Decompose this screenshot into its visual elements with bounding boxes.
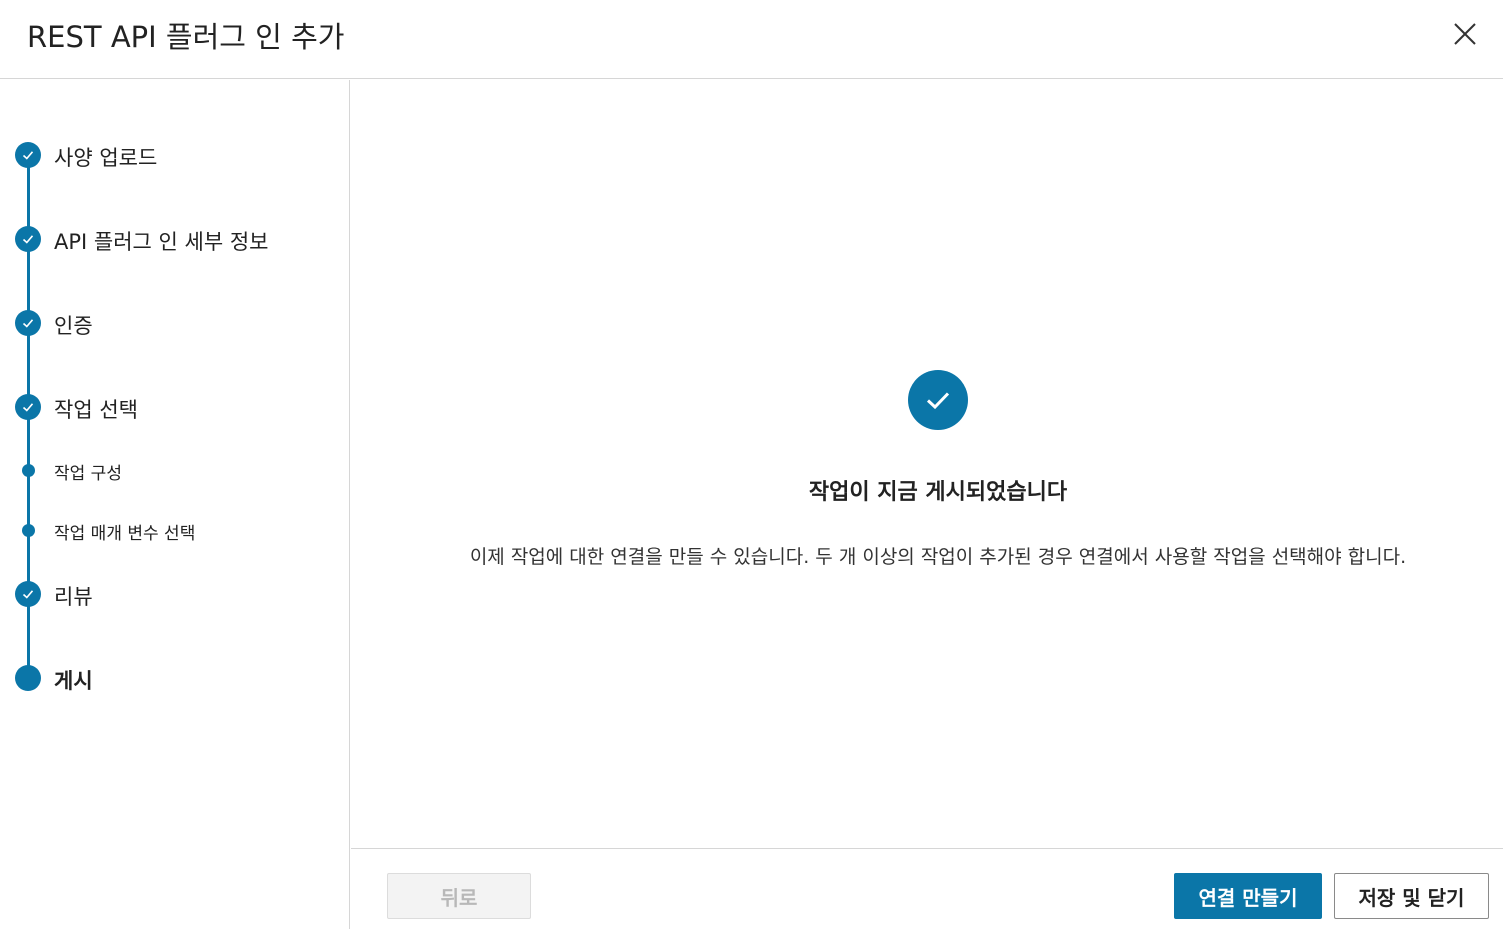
step-publish[interactable]: 게시 (0, 663, 340, 693)
current-step-dot (15, 665, 41, 691)
create-connection-button[interactable]: 연결 만들기 (1174, 873, 1322, 919)
check-icon (15, 142, 41, 168)
step-select-actions[interactable]: 작업 선택 (0, 392, 340, 422)
substep-dot (22, 464, 35, 477)
check-circle-icon (908, 370, 968, 430)
substep-dot (22, 524, 35, 537)
step-label: 게시 (54, 669, 93, 693)
close-icon (1454, 23, 1476, 45)
step-review[interactable]: 리뷰 (0, 579, 340, 609)
wizard-steps: 사양 업로드 API 플러그 인 세부 정보 인증 작업 선택 작업 구성 작업… (0, 80, 350, 929)
back-button[interactable]: 뒤로 (387, 873, 531, 919)
step-label: 리뷰 (54, 585, 93, 609)
step-label: 작업 선택 (54, 398, 138, 422)
step-label: 인증 (54, 314, 93, 338)
step-upload-spec[interactable]: 사양 업로드 (0, 140, 340, 170)
step-label: 작업 구성 (54, 464, 122, 484)
substep-select-parameters[interactable]: 작업 매개 변수 선택 (0, 515, 340, 545)
substep-configure-action[interactable]: 작업 구성 (0, 455, 340, 485)
check-icon (15, 310, 41, 336)
success-description: 이제 작업에 대한 연결을 만들 수 있습니다. 두 개 이상의 작업이 추가된… (469, 546, 1407, 568)
dialog-title: REST API 플러그 인 추가 (27, 20, 345, 54)
step-label: API 플러그 인 세부 정보 (54, 230, 269, 254)
save-and-close-button[interactable]: 저장 및 닫기 (1334, 873, 1489, 919)
step-label: 작업 매개 변수 선택 (54, 524, 196, 544)
check-icon (15, 226, 41, 252)
dialog-header: REST API 플러그 인 추가 (0, 0, 1503, 79)
step-label: 사양 업로드 (54, 146, 158, 170)
publish-result-panel: 작업이 지금 게시되었습니다 이제 작업에 대한 연결을 만들 수 있습니다. … (351, 80, 1503, 848)
step-plugin-details[interactable]: API 플러그 인 세부 정보 (0, 224, 340, 254)
check-icon (15, 581, 41, 607)
success-heading: 작업이 지금 게시되었습니다 (808, 480, 1068, 505)
close-button[interactable] (1448, 17, 1482, 51)
dialog-footer: 뒤로 연결 만들기 저장 및 닫기 (351, 848, 1503, 929)
check-icon (15, 394, 41, 420)
step-authentication[interactable]: 인증 (0, 308, 340, 338)
